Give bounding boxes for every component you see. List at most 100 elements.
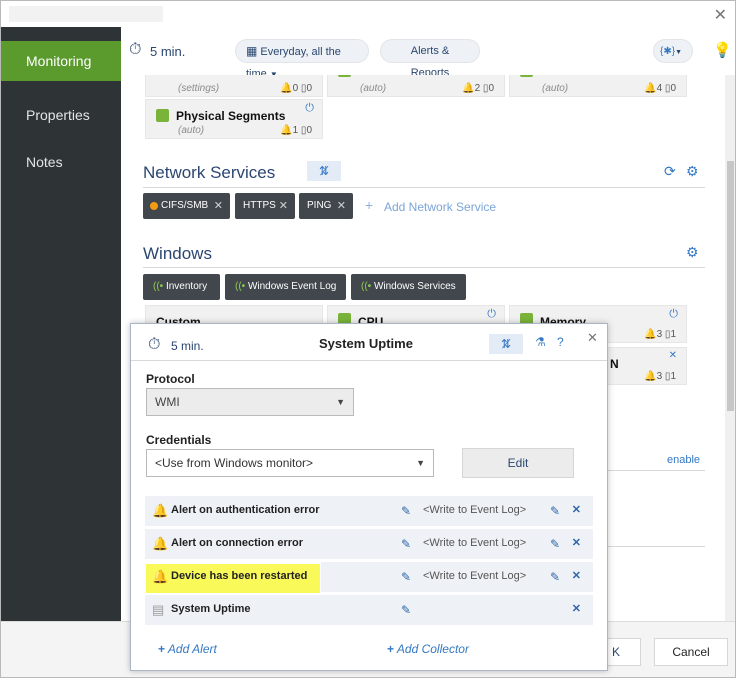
sidebar-item-label: Properties	[26, 107, 90, 123]
cube-icon	[520, 75, 533, 77]
windows-tag[interactable]: ((• Windows Services	[351, 274, 466, 300]
alert-name: Device has been restarted	[171, 570, 308, 582]
help-bulb-icon[interactable]: 💡	[713, 41, 732, 59]
schedule-dropdown[interactable]: ▦ Everyday, all the time ▼	[235, 39, 369, 80]
remove-icon[interactable]: ✕	[572, 503, 581, 516]
bell-icon: 🔔	[152, 569, 169, 584]
monitor-card[interactable]: (settings) 🔔0 ▯0	[145, 75, 323, 97]
dialog-interval-label[interactable]: 5 min.	[171, 339, 204, 353]
alerts-reports-label: Alerts & Reports	[410, 45, 450, 79]
sidebar-item-label: Monitoring	[26, 53, 92, 69]
tag-label: Windows Services	[373, 281, 456, 292]
add-alert-link[interactable]: + Add Alert	[158, 642, 217, 656]
alerts-reports-button[interactable]: Alerts & Reports	[380, 39, 480, 79]
chevron-down-icon: ▼	[675, 49, 682, 56]
section-divider	[591, 470, 705, 471]
edit-pencil-icon[interactable]: ✎	[550, 570, 560, 584]
sidebar-item-notes[interactable]: Notes	[1, 142, 121, 182]
tag-label: PING	[307, 200, 332, 211]
sidebar-item-monitoring[interactable]: Monitoring	[1, 41, 121, 81]
help-icon[interactable]: ?	[557, 335, 564, 349]
flask-icon[interactable]: ⚗	[535, 335, 546, 349]
protocol-select[interactable]: WMI ▼	[146, 388, 354, 416]
alert-row[interactable]: 🔔 Alert on authentication error ✎ <Write…	[145, 496, 593, 526]
network-service-tag[interactable]: PING ✕	[299, 193, 353, 219]
power-icon[interactable]: ⏻	[669, 308, 678, 321]
add-network-service-link[interactable]: Add Network Service	[384, 200, 496, 214]
power-icon[interactable]: ⏻	[487, 308, 496, 321]
protocol-label: Protocol	[146, 372, 195, 386]
add-alert-label: Add Alert	[167, 642, 217, 656]
alert-count: 3	[656, 329, 663, 340]
sidebar: Monitoring Properties Notes	[1, 27, 121, 621]
dependency-toggle-icon[interactable]: ⇅̸	[307, 161, 341, 181]
dependency-toggle-icon[interactable]: ⇅̸	[489, 334, 523, 354]
alert-count: 2	[474, 83, 481, 94]
variables-dropdown[interactable]: {✱}▼	[653, 39, 693, 63]
monitor-card[interactable]: (auto) 🔔4 ▯0	[509, 75, 687, 97]
network-services-title: Network Services	[143, 163, 276, 182]
alert-count: 1	[292, 125, 299, 136]
plus-icon: +	[158, 642, 166, 656]
remove-icon[interactable]: ✕	[572, 602, 581, 615]
edit-pencil-icon[interactable]: ✎	[401, 603, 411, 617]
remove-icon[interactable]: ✕	[572, 569, 581, 582]
doc-count: 0	[306, 83, 312, 94]
bell-icon: 🔔	[152, 503, 169, 518]
protocol-value: WMI	[155, 395, 180, 409]
alert-row[interactable]: 🔔 Device has been restarted ✎ <Write to …	[145, 562, 593, 592]
windows-tag[interactable]: ((• Windows Event Log	[225, 274, 346, 300]
collector-name: System Uptime	[171, 603, 251, 615]
tag-label: CIFS/SMB	[161, 200, 209, 211]
cube-icon	[338, 75, 351, 77]
physical-segments-card[interactable]: Physical Segments ⏻ (auto) 🔔1 ▯0	[145, 99, 323, 139]
stopwatch-icon: ⏱	[148, 336, 161, 353]
edit-pencil-icon[interactable]: ✎	[401, 504, 411, 518]
window-title-redacted	[9, 6, 163, 22]
network-service-tag[interactable]: CIFS/SMB ✕	[143, 193, 230, 219]
alert-action: <Write to Event Log>	[423, 504, 527, 516]
refresh-icon[interactable]: ⟳	[664, 163, 676, 180]
cancel-button[interactable]: Cancel	[654, 638, 728, 666]
remove-icon[interactable]: ✕	[337, 193, 346, 219]
edit-pencil-icon[interactable]: ✎	[401, 570, 411, 584]
edit-pencil-icon[interactable]: ✎	[550, 537, 560, 551]
chevron-down-icon: ▼	[336, 397, 345, 407]
wireless-icon: ((•	[361, 281, 372, 292]
gear-icon[interactable]: ⚙	[686, 244, 699, 261]
power-icon[interactable]: ⏻	[305, 102, 314, 115]
alert-row[interactable]: 🔔 Alert on connection error ✎ <Write to …	[145, 529, 593, 559]
edit-pencil-icon[interactable]: ✎	[550, 504, 560, 518]
enable-link[interactable]: enable	[667, 454, 700, 466]
doc-count: 0	[488, 83, 494, 94]
add-collector-link[interactable]: + Add Collector	[387, 642, 469, 656]
remove-icon[interactable]: ✕	[669, 350, 677, 361]
scrollbar-thumb[interactable]	[727, 161, 734, 411]
monitor-card[interactable]: (auto) 🔔2 ▯0	[327, 75, 505, 97]
sidebar-item-properties[interactable]: Properties	[1, 95, 121, 135]
chevron-down-icon: ▼	[416, 458, 425, 468]
credentials-value: <Use from Windows monitor>	[155, 456, 314, 470]
card-title: N	[610, 357, 619, 371]
gear-icon[interactable]: ⚙	[686, 163, 699, 180]
interval-label[interactable]: 5 min.	[150, 44, 185, 59]
card-counters: 🔔3 ▯1	[644, 371, 676, 382]
title-bar: ✕	[1, 1, 735, 27]
card-subtitle: (settings)	[178, 83, 220, 94]
remove-icon[interactable]: ✕	[572, 536, 581, 549]
remove-icon[interactable]: ✕	[279, 193, 288, 219]
network-service-tag[interactable]: HTTPS ✕	[235, 193, 295, 219]
windows-tag[interactable]: ((• Inventory	[143, 274, 220, 300]
credentials-select[interactable]: <Use from Windows monitor> ▼	[146, 449, 434, 477]
close-icon[interactable]: ✕	[714, 5, 727, 25]
alert-count: 0	[292, 83, 299, 94]
edit-pencil-icon[interactable]: ✎	[401, 537, 411, 551]
credentials-label: Credentials	[146, 433, 212, 447]
alert-count: 4	[656, 83, 663, 94]
collector-row[interactable]: ▤ System Uptime ✎ ✕	[145, 595, 593, 625]
close-icon[interactable]: ✕	[587, 330, 598, 346]
remove-icon[interactable]: ✕	[214, 193, 223, 219]
add-collector-label: Add Collector	[396, 642, 469, 656]
plus-icon[interactable]: +	[365, 197, 373, 213]
edit-credentials-button[interactable]: Edit	[462, 448, 574, 478]
